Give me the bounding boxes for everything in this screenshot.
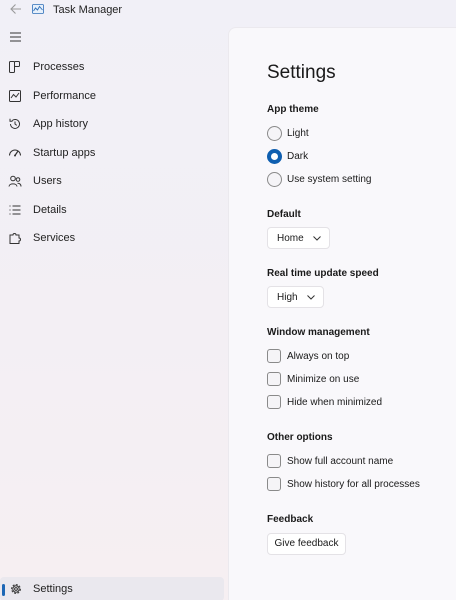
nav-item-users[interactable]: Users bbox=[0, 169, 224, 193]
default-page-heading: Default bbox=[267, 209, 301, 220]
nav-label-settings: Settings bbox=[33, 583, 73, 595]
checkbox-box[interactable] bbox=[267, 477, 281, 491]
nav-item-startup-apps[interactable]: Startup apps bbox=[0, 141, 224, 165]
nav-item-processes[interactable]: Processes bbox=[0, 55, 224, 79]
settings-panel bbox=[228, 27, 456, 600]
users-icon bbox=[8, 175, 22, 187]
window-title: Task Manager bbox=[53, 4, 123, 16]
checkbox-show-history-all-processes[interactable]: Show history for all processes bbox=[267, 477, 447, 492]
checkbox-box[interactable] bbox=[267, 372, 281, 386]
update-speed-value: High bbox=[277, 292, 298, 303]
radio-circle[interactable] bbox=[267, 126, 282, 141]
nav-label-performance: Performance bbox=[33, 90, 96, 102]
performance-icon bbox=[9, 90, 21, 102]
checkbox-box[interactable] bbox=[267, 395, 281, 409]
checkbox-show-full-account-name[interactable]: Show full account name bbox=[267, 454, 447, 469]
checkbox-label-hide-when-minimized: Hide when minimized bbox=[287, 397, 383, 408]
nav-item-services[interactable]: Services bbox=[0, 226, 224, 250]
checkbox-always-on-top[interactable]: Always on top bbox=[267, 349, 447, 364]
radio-label-system: Use system setting bbox=[287, 174, 372, 185]
checkbox-minimize-on-use[interactable]: Minimize on use bbox=[267, 372, 447, 387]
nav-label-processes: Processes bbox=[33, 61, 85, 73]
services-puzzle-icon bbox=[9, 233, 21, 244]
page-title: Settings bbox=[267, 62, 336, 83]
default-page-dropdown[interactable]: Home bbox=[267, 227, 330, 249]
nav-label-users: Users bbox=[33, 175, 62, 187]
chevron-down-icon bbox=[307, 295, 315, 300]
checkbox-box[interactable] bbox=[267, 349, 281, 363]
checkbox-hide-when-minimized[interactable]: Hide when minimized bbox=[267, 395, 447, 410]
checkbox-box[interactable] bbox=[267, 454, 281, 468]
update-speed-heading: Real time update speed bbox=[267, 268, 379, 279]
nav-label-services: Services bbox=[33, 232, 76, 244]
theme-radio-system[interactable]: Use system setting bbox=[267, 172, 427, 188]
checkbox-label-show-full-account-name: Show full account name bbox=[287, 456, 394, 467]
window-management-heading: Window management bbox=[267, 327, 370, 338]
task-manager-app-icon bbox=[32, 4, 44, 14]
app-history-icon bbox=[9, 118, 20, 129]
app-theme-heading: App theme bbox=[267, 104, 319, 115]
checkbox-label-minimize-on-use: Minimize on use bbox=[287, 374, 360, 385]
radio-label-dark: Dark bbox=[287, 151, 309, 162]
gear-icon bbox=[11, 584, 21, 594]
selection-indicator bbox=[2, 584, 5, 596]
give-feedback-button[interactable]: Give feedback bbox=[267, 533, 346, 555]
processes-icon bbox=[9, 61, 20, 73]
checkbox-label-always-on-top: Always on top bbox=[287, 351, 350, 362]
title-bar: Task Manager bbox=[0, 0, 456, 20]
default-page-value: Home bbox=[277, 233, 304, 244]
nav-item-app-history[interactable]: App history bbox=[0, 112, 224, 136]
startup-apps-icon bbox=[9, 149, 21, 157]
radio-circle[interactable] bbox=[267, 172, 282, 187]
nav-label-app-history: App history bbox=[33, 118, 89, 130]
nav-item-details[interactable]: Details bbox=[0, 198, 224, 222]
hamburger-menu-icon[interactable] bbox=[9, 31, 22, 43]
other-options-heading: Other options bbox=[267, 432, 333, 443]
checkbox-label-show-history-all-processes: Show history for all processes bbox=[287, 479, 420, 490]
back-arrow-icon[interactable] bbox=[10, 2, 22, 16]
update-speed-dropdown[interactable]: High bbox=[267, 286, 324, 308]
nav-label-startup-apps: Startup apps bbox=[33, 147, 96, 159]
nav-item-settings[interactable]: Settings bbox=[0, 577, 224, 600]
radio-label-light: Light bbox=[287, 128, 309, 139]
nav-item-performance[interactable]: Performance bbox=[0, 84, 224, 108]
theme-radio-light[interactable]: Light bbox=[267, 126, 427, 142]
feedback-heading: Feedback bbox=[267, 514, 314, 525]
radio-circle-selected[interactable] bbox=[267, 149, 282, 164]
chevron-down-icon bbox=[313, 236, 321, 241]
theme-radio-dark[interactable]: Dark bbox=[267, 149, 427, 165]
details-list-icon bbox=[9, 205, 21, 215]
nav-label-details: Details bbox=[33, 204, 67, 216]
